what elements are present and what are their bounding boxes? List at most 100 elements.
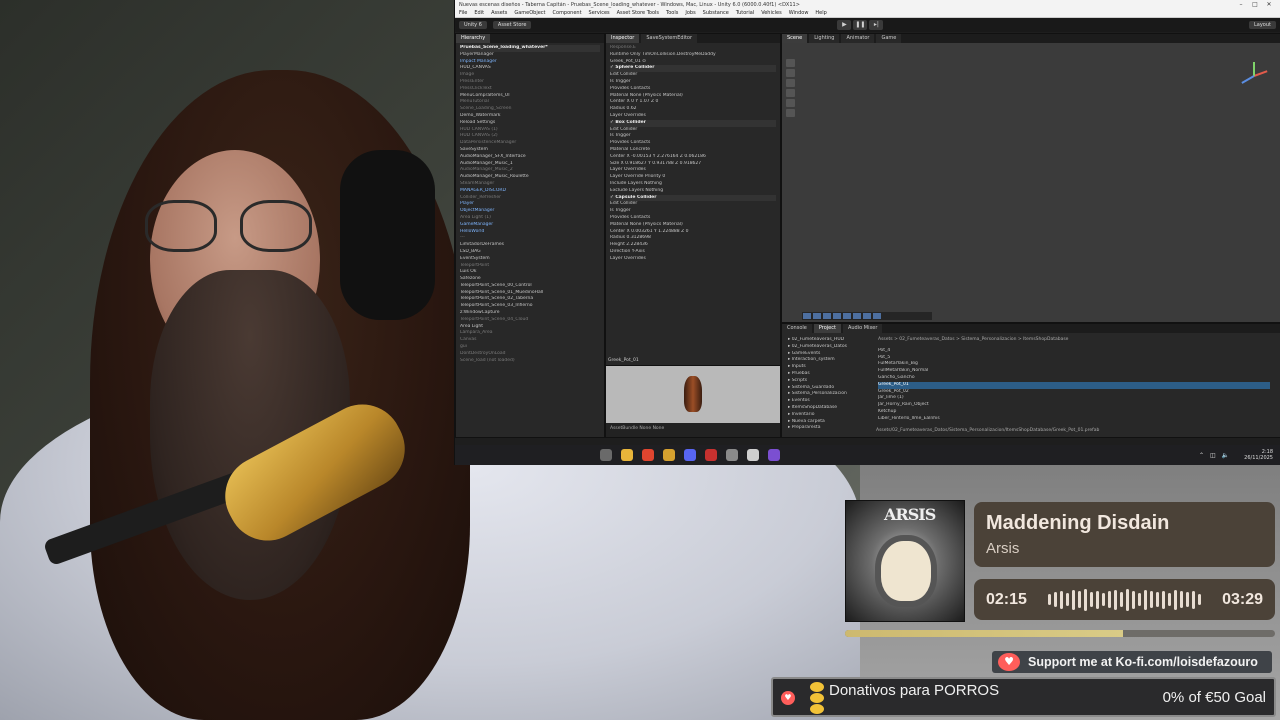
hierarchy-row[interactable]: SteamManager (460, 181, 600, 188)
hierarchy-row[interactable]: HUD CANVAS (2) (460, 133, 600, 140)
menu-item[interactable]: Services (589, 10, 610, 16)
inspector-row[interactable]: Direction Y-Axis (610, 249, 776, 256)
inspector-row[interactable]: Layer Overrides (610, 167, 776, 174)
folder-item[interactable]: ▸ Inputs (788, 364, 870, 371)
inspector-row[interactable]: Radius 0.62 (610, 106, 776, 113)
menu-item[interactable]: Jobs (685, 10, 695, 16)
hierarchy-row[interactable]: Collider_Refresher (460, 195, 600, 202)
inspector-row[interactable]: ✓ Box Collider (610, 119, 776, 127)
inspector-row[interactable]: ✓ Sphere Collider (610, 65, 776, 73)
inspector-row[interactable]: Provides Contacts (610, 215, 776, 222)
menu-item[interactable]: Window (789, 10, 809, 16)
menu-item[interactable]: Edit (474, 10, 484, 16)
scene-viewport[interactable] (782, 43, 1280, 322)
hierarchy-row[interactable]: Image (460, 72, 600, 79)
hierarchy-row[interactable]: TeleportPoint_Scene_03_Infierno (460, 303, 600, 310)
folder-item[interactable]: ▸ Nueva carpeta (788, 419, 870, 426)
pause-icon[interactable]: ❚❚ (853, 20, 868, 30)
hierarchy-row[interactable]: AudioManager_Music_1 (460, 161, 600, 168)
transform-tool-icon[interactable] (786, 109, 795, 117)
inspector-row[interactable]: Radius 0.3128698 (610, 235, 776, 242)
menu-item[interactable]: File (459, 10, 467, 16)
hierarchy-row[interactable]: TeleportPoint_Scene_00_Control (460, 283, 600, 290)
hierarchy-row[interactable]: MenuCompraItems_UI (460, 93, 600, 100)
tab-scene[interactable]: Lighting (809, 34, 840, 43)
overlay-icon[interactable] (853, 313, 861, 319)
inspector-row[interactable]: Layer Overrides (610, 256, 776, 263)
inspector-row[interactable]: Center X 0 Y 1.07 Z 0 (610, 99, 776, 106)
overlay-icon[interactable] (823, 313, 831, 319)
hierarchy-row[interactable]: AudioManager_SFX_Interface (460, 154, 600, 161)
file-item[interactable]: Pot_5 (878, 355, 1270, 362)
brave-icon[interactable] (642, 449, 654, 461)
tab-project[interactable]: Project (813, 324, 841, 333)
inspector-row[interactable]: Is Trigger (610, 208, 776, 215)
chevron-up-icon[interactable]: ⌃ (1199, 452, 1204, 459)
overlay-icon[interactable] (863, 313, 871, 319)
hierarchy-row[interactable]: Player (460, 201, 600, 208)
hierarchy-row[interactable]: TeleportPoint (460, 263, 600, 270)
menu-item[interactable]: GameObject (514, 10, 545, 16)
move-tool-icon[interactable] (786, 69, 795, 77)
file-item[interactable]: Ketchup (878, 409, 1270, 416)
folder-item[interactable]: ▸ Interaction_system (788, 357, 870, 364)
inspector-row[interactable]: Center X -0.00153 Y 2.276164 Z 0.062186 (610, 154, 776, 161)
file-item[interactable]: Greek_Pot_01 (878, 381, 1270, 389)
inspector-row[interactable]: Include Layers Nothing (610, 181, 776, 188)
menu-item[interactable]: Tools (666, 10, 678, 16)
hierarchy-row[interactable]: Scene_load (not loaded) (460, 358, 600, 365)
inspector-row[interactable]: Layer Overrides (610, 113, 776, 120)
inspector-row[interactable]: Edit Collider (610, 201, 776, 208)
hierarchy-row[interactable]: AudioManager_Music_2 (460, 167, 600, 174)
folder-item[interactable]: ▸ 02_Fumeteaveras_Datos (788, 344, 870, 351)
tab-project[interactable]: Console (782, 324, 812, 333)
menu-item[interactable]: Help (815, 10, 826, 16)
hierarchy-row[interactable]: Canvas (460, 337, 600, 344)
folder-item[interactable]: ▸ Sistema_Guardado (788, 385, 870, 392)
hierarchy-row[interactable]: HelloWorld (460, 229, 600, 236)
hierarchy-row[interactable]: Luis Ok (460, 269, 600, 276)
rect-tool-icon[interactable] (786, 99, 795, 107)
file-item[interactable]: Gancho_Gancho (878, 375, 1270, 382)
hand-tool-icon[interactable] (786, 59, 795, 67)
inspector-row[interactable]: Is Trigger (610, 133, 776, 140)
overlay-icon[interactable] (873, 313, 881, 319)
overlay-icon[interactable] (813, 313, 821, 319)
menu-item[interactable]: Component (553, 10, 582, 16)
inspector-row[interactable]: Response.E (610, 45, 776, 52)
overlay-icon[interactable] (843, 313, 851, 319)
hierarchy-row[interactable]: EventSystem (460, 256, 600, 263)
hierarchy-row[interactable]: TeleportPoint_Scene_04_Cloud (460, 317, 600, 324)
hierarchy-row[interactable]: Lampara_Area (460, 330, 600, 337)
maximize-icon[interactable]: □ (1248, 1, 1262, 8)
hierarchy-row[interactable]: Demo_Watermark (460, 113, 600, 120)
obs-icon[interactable] (705, 449, 717, 461)
minimize-icon[interactable]: – (1234, 1, 1248, 8)
hierarchy-row[interactable]: Area Light (1) (460, 215, 600, 222)
hierarchy-row[interactable]: SaveSystem (460, 147, 600, 154)
menu-item[interactable]: Vehicles (761, 10, 782, 16)
inspector-row[interactable]: Runtime Only TimOnCollision.DestroyMeDad… (610, 52, 776, 59)
hierarchy-row[interactable]: HUD_CANVAS (460, 65, 600, 72)
steam-icon[interactable] (726, 449, 738, 461)
hierarchy-row[interactable]: DontDestroyOnLoad (460, 351, 600, 358)
hierarchy-row[interactable]: LSD_BAG (460, 249, 600, 256)
hierarchy-row[interactable]: gui (460, 344, 600, 351)
discord-icon[interactable] (684, 449, 696, 461)
hierarchy-row[interactable]: Safezone (460, 276, 600, 283)
menu-item[interactable]: Asset Store Tools (617, 10, 659, 16)
hierarchy-row[interactable]: --- (460, 235, 600, 242)
inspector-row[interactable]: Greek_Pot_01 ⊙ (610, 59, 776, 66)
folder-item[interactable]: ▸ Inventario (788, 412, 870, 419)
tab-hierarchy[interactable]: Hierarchy (456, 34, 491, 43)
tab-project[interactable]: Audio Mixer (842, 324, 883, 333)
hierarchy-row[interactable]: DataPersistenceManager (460, 140, 600, 147)
hierarchy-row[interactable]: PressEnter (460, 79, 600, 86)
file-item[interactable]: Jar_lime (1) (878, 395, 1270, 402)
menu-item[interactable]: Tutorial (736, 10, 754, 16)
inspector-row[interactable]: Material Concrete (610, 147, 776, 154)
inspector-row[interactable]: Edit Collider (610, 72, 776, 79)
taskview-icon[interactable] (600, 449, 612, 461)
menu-item[interactable]: Substance (703, 10, 729, 16)
tab-scene[interactable]: Game (876, 34, 902, 43)
